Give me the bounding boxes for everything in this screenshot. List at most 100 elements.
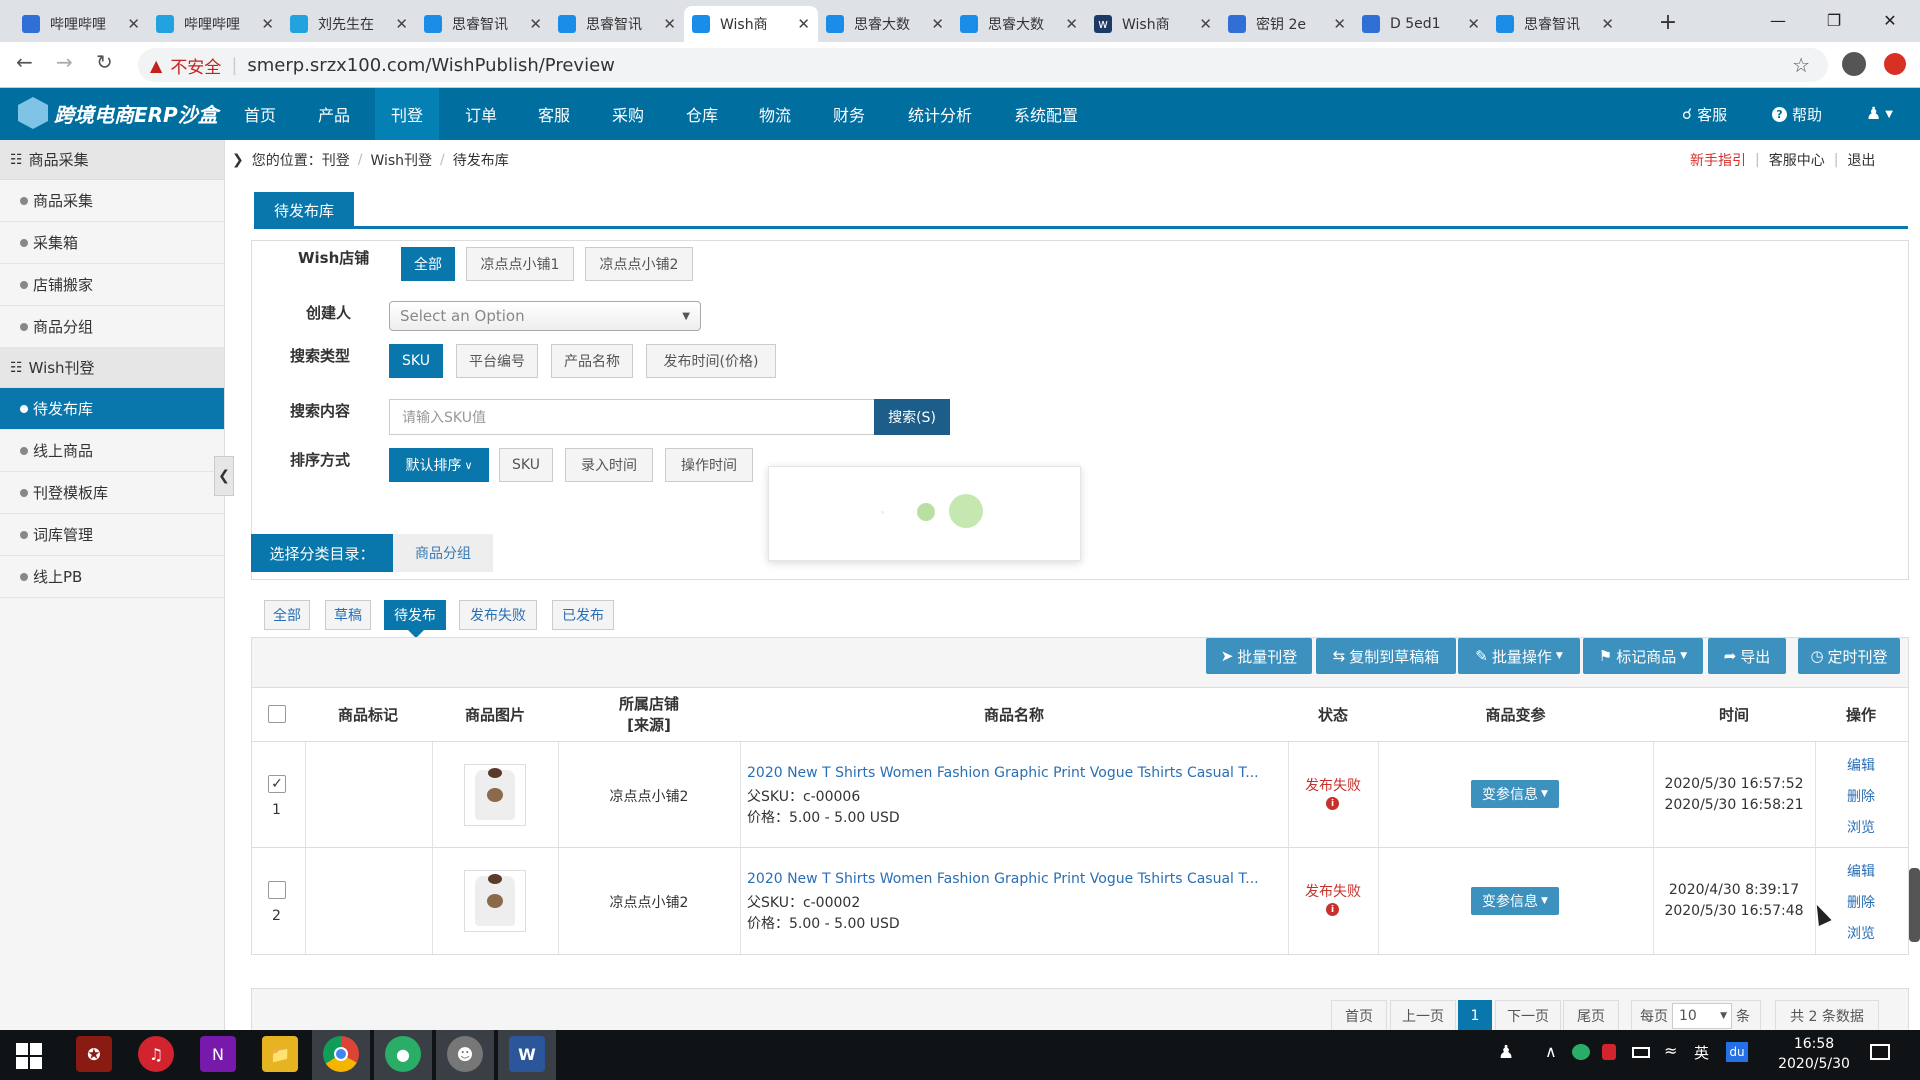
word-icon[interactable]: W <box>509 1036 545 1072</box>
prev-page-button[interactable]: 上一页 <box>1390 1000 1456 1032</box>
onenote-icon[interactable]: N <box>200 1036 236 1072</box>
restore-button[interactable]: ❐ <box>1806 0 1862 40</box>
edit-link[interactable]: 编辑 <box>1815 755 1907 775</box>
product-name-link[interactable]: 2020 New T Shirts Women Fashion Graphic … <box>747 765 1277 781</box>
close-tab-icon[interactable]: ✕ <box>127 15 140 33</box>
browser-tab[interactable]: w Wish商 ✕ <box>1086 6 1220 42</box>
extension-icon[interactable] <box>1884 53 1906 75</box>
collapse-sidebar-button[interactable]: ❮ <box>214 456 234 496</box>
close-tab-icon[interactable]: ✕ <box>395 15 408 33</box>
sidebar-group-header[interactable]: ☷ 商品采集 <box>0 140 224 180</box>
search-type-publish-time[interactable]: 发布时间(价格) <box>646 344 776 378</box>
sort-default-button[interactable]: 默认排序 ∨ <box>389 448 489 482</box>
export-button[interactable]: ➦ 导出 <box>1708 638 1786 674</box>
sidebar-item[interactable]: 采集箱 <box>0 222 224 264</box>
ime-indicator[interactable]: 英 <box>1694 1042 1709 1063</box>
close-tab-icon[interactable]: ✕ <box>1065 15 1078 33</box>
service-center-link[interactable]: 客服中心 <box>1769 150 1825 170</box>
wechat-tray-icon[interactable] <box>1572 1044 1590 1060</box>
tray-app-icon[interactable] <box>1602 1044 1616 1060</box>
search-button[interactable]: 搜索(S) <box>874 399 950 435</box>
row-checkbox[interactable] <box>268 881 286 899</box>
sidebar-item[interactable]: 店铺搬家 <box>0 264 224 306</box>
mark-product-button[interactable]: ⚑ 标记商品 ▼ <box>1583 638 1703 674</box>
close-tab-icon[interactable]: ✕ <box>1601 15 1614 33</box>
browser-tab[interactable]: 思睿大数 ✕ <box>952 6 1086 42</box>
sort-sku-button[interactable]: SKU <box>499 448 553 482</box>
wechat-icon[interactable]: ● <box>385 1036 421 1072</box>
support-link[interactable]: ☌ 客服 <box>1682 88 1727 140</box>
category-group-button[interactable]: 商品分组 <box>393 534 493 572</box>
next-page-button[interactable]: 下一页 <box>1495 1000 1561 1032</box>
close-tab-icon[interactable]: ✕ <box>663 15 676 33</box>
main-nav-item[interactable]: 首页 <box>228 88 292 140</box>
photo-app-icon[interactable]: ☻ <box>447 1036 483 1072</box>
search-type-platform-id[interactable]: 平台编号 <box>456 344 538 378</box>
variant-info-button[interactable]: 变参信息 ▼ <box>1471 780 1559 808</box>
search-type-sku[interactable]: SKU <box>389 344 443 378</box>
browser-tab[interactable]: D 5ed1 ✕ <box>1354 6 1488 42</box>
help-link[interactable]: ? 帮助 <box>1772 88 1822 140</box>
sidebar-item[interactable]: 线上PB <box>0 556 224 598</box>
browser-tab[interactable]: Wish商 ✕ <box>684 6 818 42</box>
select-all-checkbox[interactable] <box>268 705 286 723</box>
user-menu[interactable]: ♟ ▼ <box>1866 88 1893 140</box>
shop-1-button[interactable]: 凉点点小铺1 <box>466 247 574 281</box>
close-tab-icon[interactable]: ✕ <box>261 15 274 33</box>
sort-op-time-button[interactable]: 操作时间 <box>665 448 753 482</box>
scrollbar-thumb[interactable] <box>1909 868 1920 942</box>
row-checkbox[interactable]: ✓ <box>268 775 286 793</box>
error-info-icon[interactable]: i <box>1326 903 1339 916</box>
sidebar-item[interactable]: 词库管理 <box>0 514 224 556</box>
sidebar-group-header[interactable]: ☷ Wish刊登 <box>0 348 224 388</box>
status-tab-failed[interactable]: 发布失败 <box>459 600 537 630</box>
sidebar-item[interactable]: 刊登模板库 <box>0 472 224 514</box>
delete-link[interactable]: 删除 <box>1815 786 1907 806</box>
battery-icon[interactable] <box>1632 1047 1650 1058</box>
main-nav-item[interactable]: 订单 <box>449 88 513 140</box>
copy-to-draft-button[interactable]: ⇆ 复制到草稿箱 <box>1316 638 1456 674</box>
forward-icon[interactable]: → <box>56 50 73 74</box>
creator-select[interactable]: Select an Option ▼ <box>389 301 701 331</box>
logout-link[interactable]: 退出 <box>1847 150 1875 170</box>
close-window-button[interactable]: ✕ <box>1862 0 1918 40</box>
product-thumbnail[interactable] <box>464 764 526 826</box>
close-tab-icon[interactable]: ✕ <box>1467 15 1480 33</box>
url-field[interactable]: ▲ 不安全 | smerp.srzx100.com/WishPublish/Pr… <box>138 48 1828 82</box>
browser-tab[interactable]: 思睿智讯 ✕ <box>550 6 684 42</box>
breadcrumb-item[interactable]: 刊登 <box>322 150 350 170</box>
logo[interactable]: 跨境电商ERP沙盒 <box>18 97 218 129</box>
close-tab-icon[interactable]: ✕ <box>931 15 944 33</box>
close-tab-icon[interactable]: ✕ <box>1199 15 1212 33</box>
close-tab-icon[interactable]: ✕ <box>797 15 810 33</box>
browser-tab[interactable]: 哔哩哔哩 ✕ <box>148 6 282 42</box>
edit-link[interactable]: 编辑 <box>1815 861 1907 881</box>
browser-tab[interactable]: 密钥 2e ✕ <box>1220 6 1354 42</box>
delete-link[interactable]: 删除 <box>1815 892 1907 912</box>
batch-publish-button[interactable]: ➤ 批量刊登 <box>1206 638 1312 674</box>
first-page-button[interactable]: 首页 <box>1331 1000 1387 1032</box>
error-info-icon[interactable]: i <box>1326 797 1339 810</box>
sidebar-item[interactable]: 线上商品 <box>0 430 224 472</box>
start-button[interactable] <box>16 1043 42 1069</box>
reload-icon[interactable]: ↻ <box>96 50 113 74</box>
main-nav-item[interactable]: 客服 <box>522 88 586 140</box>
notification-icon[interactable] <box>1870 1044 1890 1060</box>
variant-info-button[interactable]: 变参信息 ▼ <box>1471 887 1559 915</box>
current-page[interactable]: 1 <box>1458 1000 1492 1032</box>
browser-tab[interactable]: 思睿智讯 ✕ <box>1488 6 1622 42</box>
search-type-product-name[interactable]: 产品名称 <box>551 344 633 378</box>
browser-tab[interactable]: 思睿大数 ✕ <box>818 6 952 42</box>
browser-tab[interactable]: 哔哩哔哩 ✕ <box>14 6 148 42</box>
product-thumbnail[interactable] <box>464 870 526 932</box>
breadcrumb-item[interactable]: Wish刊登 <box>370 150 432 170</box>
wifi-icon[interactable]: ≈ <box>1664 1041 1677 1060</box>
main-nav-item[interactable]: 刊登 <box>375 88 440 140</box>
star-icon[interactable]: ☆ <box>1792 53 1810 77</box>
shop-2-button[interactable]: 凉点点小铺2 <box>585 247 693 281</box>
status-tab-published[interactable]: 已发布 <box>552 600 614 630</box>
main-nav-item[interactable]: 财务 <box>817 88 881 140</box>
sort-entry-time-button[interactable]: 录入时间 <box>565 448 653 482</box>
last-page-button[interactable]: 尾页 <box>1563 1000 1619 1032</box>
status-tab-pending[interactable]: 待发布 <box>384 600 446 630</box>
